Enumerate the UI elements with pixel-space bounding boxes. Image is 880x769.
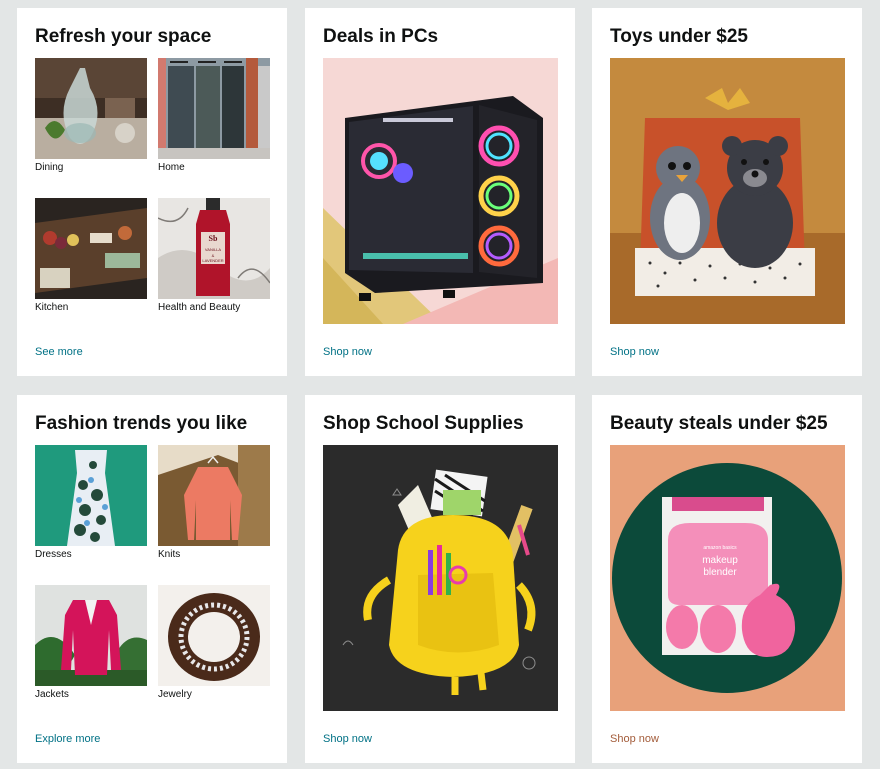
- quad-caption: Jewelry: [158, 689, 192, 700]
- quad-item-dining[interactable]: Dining: [35, 58, 147, 173]
- card-refresh-your-space: Refresh your space Dining Home Kitchen S…: [17, 8, 287, 376]
- quad-item-jewelry[interactable]: Jewelry: [158, 585, 270, 700]
- dining-image[interactable]: [35, 58, 147, 159]
- quad-item-knits[interactable]: Knits: [158, 445, 270, 560]
- jacket-image[interactable]: [35, 585, 147, 686]
- card-school-supplies: Shop School Supplies Shop now: [305, 395, 575, 763]
- shop-now-link[interactable]: Shop now: [323, 346, 372, 358]
- product-line2-text: blender: [703, 567, 737, 578]
- quad-caption: Home: [158, 162, 185, 173]
- card-title: Refresh your space: [35, 26, 212, 47]
- makeup-blender-image[interactable]: amazon basics makeup blender: [610, 445, 845, 711]
- backpack-image[interactable]: [323, 445, 558, 711]
- card-deals-in-pcs: Deals in PCs Shop now: [305, 8, 575, 376]
- bottle-logo: Sb: [208, 234, 218, 243]
- product-brand-text: amazon basics: [703, 545, 737, 551]
- quad-caption: Kitchen: [35, 302, 69, 313]
- health-beauty-image[interactable]: Sb VANILLA & LAVENDER: [158, 198, 270, 299]
- quad-caption: Knits: [158, 549, 181, 560]
- card-fashion-trends: Fashion trends you like Dresses Knits Ja…: [17, 395, 287, 763]
- bottle-line2: & LAVENDER: [202, 253, 224, 263]
- explore-more-link[interactable]: Explore more: [35, 733, 100, 745]
- shop-now-link[interactable]: Shop now: [610, 346, 659, 358]
- knit-image[interactable]: [158, 445, 270, 546]
- bottle-line1: VANILLA: [204, 247, 222, 252]
- card-beauty-steals: Beauty steals under $25 amazon basics ma…: [592, 395, 862, 763]
- plush-toys-image[interactable]: [610, 58, 845, 324]
- card-title: Deals in PCs: [323, 26, 439, 47]
- shop-now-link[interactable]: Shop now: [610, 733, 659, 745]
- quad-caption: Jackets: [35, 689, 69, 700]
- card-title: Toys under $25: [610, 26, 748, 47]
- card-title: Shop School Supplies: [323, 413, 524, 434]
- kitchen-image[interactable]: [35, 198, 147, 299]
- gaming-pc-image[interactable]: [323, 58, 558, 324]
- quad-item-kitchen[interactable]: Kitchen: [35, 198, 147, 313]
- quad-caption: Dining: [35, 162, 64, 173]
- quad-item-home[interactable]: Home: [158, 58, 270, 173]
- quad-caption: Health and Beauty: [158, 302, 241, 313]
- home-image[interactable]: [158, 58, 270, 159]
- card-title: Beauty steals under $25: [610, 413, 828, 434]
- shop-now-link[interactable]: Shop now: [323, 733, 372, 745]
- see-more-link[interactable]: See more: [35, 346, 83, 358]
- quad-caption: Dresses: [35, 549, 72, 560]
- card-toys-under-25: Toys under $25 Shop now: [592, 8, 862, 376]
- product-line1-text: makeup: [702, 555, 738, 566]
- jewelry-image[interactable]: [158, 585, 270, 686]
- card-title: Fashion trends you like: [35, 413, 248, 434]
- quad-item-jackets[interactable]: Jackets: [35, 585, 147, 700]
- quad-item-health-beauty[interactable]: Sb VANILLA & LAVENDER Health and Beauty: [158, 198, 270, 313]
- quad-item-dresses[interactable]: Dresses: [35, 445, 147, 560]
- dress-image[interactable]: [35, 445, 147, 546]
